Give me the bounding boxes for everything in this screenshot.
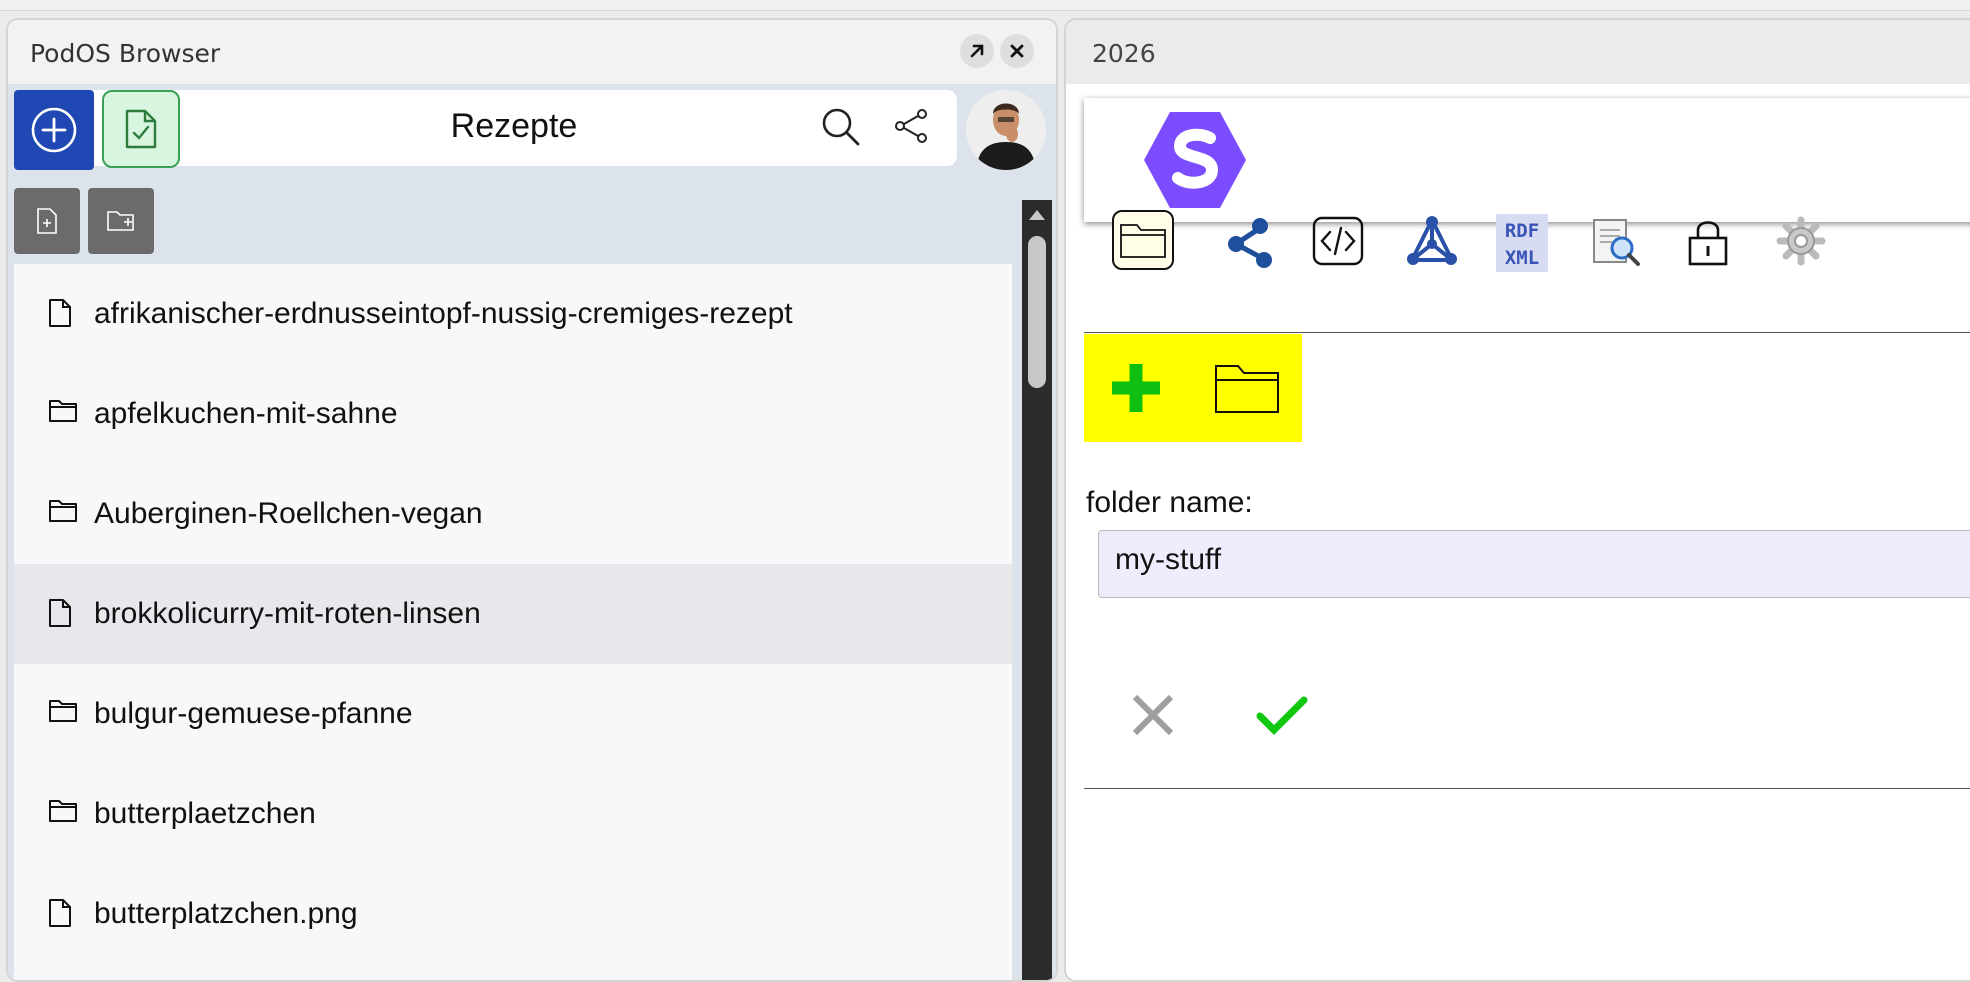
window-title: PodOS Browser	[30, 39, 221, 68]
folder-icon	[1120, 224, 1166, 258]
document-check-button[interactable]	[102, 90, 180, 168]
confirm-button[interactable]	[1256, 694, 1308, 743]
folder-name-input[interactable]: my-stuff	[1098, 530, 1970, 598]
close-icon	[1010, 44, 1024, 58]
graph-icon	[1407, 215, 1457, 265]
tab-inspect[interactable]	[1590, 216, 1642, 273]
pane-content: RDF XML folder name: my-stuff	[1066, 84, 1970, 980]
folder-name-label: folder name:	[1086, 486, 1253, 519]
cancel-button[interactable]	[1130, 692, 1176, 743]
list-item[interactable]: Auberginen-Roellchen-vegan	[14, 464, 1012, 564]
list-item-label: bulgur-gemuese-pfanne	[94, 697, 413, 730]
share-button[interactable]	[894, 108, 930, 149]
list-item-label: afrikanischer-erdnusseintopf-nussig-crem…	[94, 297, 793, 330]
list-item-label: butterplatzchen.png	[94, 897, 358, 930]
folder-icon	[48, 498, 78, 529]
list-item-selected[interactable]: brokkolicurry-mit-roten-linsen	[14, 564, 1012, 664]
solid-pane-window: 2026 RDF XML folder name: my-stuff	[1064, 18, 1970, 982]
new-folder-icon	[107, 211, 134, 231]
list-item[interactable]: bulgur-gemuese-pfanne	[14, 664, 1012, 764]
new-folder-icon[interactable]	[1214, 362, 1280, 414]
close-icon	[1132, 694, 1174, 736]
new-file-icon	[37, 208, 57, 234]
tab-sharing[interactable]	[1686, 216, 1730, 271]
file-list: afrikanischer-erdnusseintopf-nussig-crem…	[14, 264, 1012, 980]
tab-rdf-xml[interactable]: RDF XML	[1496, 214, 1548, 277]
list-item[interactable]: butterplaetzchen	[14, 764, 1012, 864]
plus-circle-icon	[31, 107, 77, 153]
check-icon	[1256, 696, 1308, 735]
close-window-button[interactable]	[1000, 34, 1034, 68]
list-item[interactable]: butterplatzchen.png	[14, 864, 1012, 964]
list-item-label: brokkolicurry-mit-roten-linsen	[94, 597, 481, 630]
header-banner	[1084, 98, 1970, 222]
rdf-text: RDF	[1505, 220, 1539, 242]
list-item-label: apfelkuchen-mit-sahne	[94, 397, 398, 430]
divider	[1084, 332, 1970, 333]
rdf-xml-icon: RDF XML	[1496, 214, 1548, 272]
share-icon	[895, 109, 927, 143]
divider	[1084, 788, 1970, 789]
current-folder-title: Rezepte	[450, 107, 578, 145]
browser-content: Rezepte afrikanischer-erdnusseintopf-nus…	[8, 84, 1056, 980]
browser-toolbar: Rezepte	[14, 90, 957, 170]
tab-graph[interactable]	[1404, 214, 1460, 275]
tab-settings[interactable]	[1776, 216, 1826, 271]
scroll-up-arrow-icon[interactable]	[1029, 210, 1045, 220]
maximize-button[interactable]	[960, 34, 994, 68]
file-icon	[48, 598, 72, 633]
add-button[interactable]	[14, 90, 94, 170]
list-item-label: Auberginen-Roellchen-vegan	[94, 497, 483, 530]
search-button[interactable]	[820, 106, 862, 153]
document-check-icon	[125, 109, 157, 149]
window-title: 2026	[1092, 39, 1156, 68]
tab-network[interactable]	[1224, 214, 1280, 275]
file-icon	[48, 298, 72, 333]
folder-icon	[48, 398, 78, 429]
xml-text: XML	[1505, 247, 1539, 269]
file-icon	[48, 898, 72, 933]
inspect-icon	[1593, 219, 1640, 266]
folder-icon	[48, 698, 78, 729]
network-icon	[1228, 218, 1272, 268]
add-plus-icon[interactable]	[1108, 360, 1164, 416]
tab-folder[interactable]	[1112, 210, 1174, 270]
desktop-top-bar	[0, 0, 1970, 11]
folder-actions-toolbar	[1084, 334, 1302, 442]
podos-browser-window: PodOS Browser Rezepte afrikanischer-erdn…	[6, 18, 1058, 982]
user-avatar[interactable]	[966, 90, 1046, 170]
avatar-photo-icon	[966, 90, 1046, 170]
list-item-label: butterplaetzchen	[94, 797, 316, 830]
arrow-up-right-icon	[970, 44, 984, 58]
settings-icon	[1776, 216, 1826, 266]
vertical-scrollbar[interactable]	[1022, 200, 1052, 980]
source-code-icon	[1312, 216, 1364, 266]
window-titlebar: 2026	[1066, 20, 1970, 84]
list-item[interactable]: apfelkuchen-mit-sahne	[14, 364, 1012, 464]
tab-source[interactable]	[1312, 216, 1364, 271]
scrollbar-thumb[interactable]	[1028, 236, 1046, 388]
search-icon	[822, 108, 860, 146]
solid-logo-icon	[1144, 112, 1246, 208]
window-titlebar: PodOS Browser	[8, 20, 1056, 84]
list-item[interactable]: afrikanischer-erdnusseintopf-nussig-crem…	[14, 264, 1012, 364]
new-file-button[interactable]	[14, 188, 80, 254]
lock-icon	[1688, 221, 1728, 266]
folder-icon	[48, 798, 78, 829]
new-folder-button[interactable]	[88, 188, 154, 254]
